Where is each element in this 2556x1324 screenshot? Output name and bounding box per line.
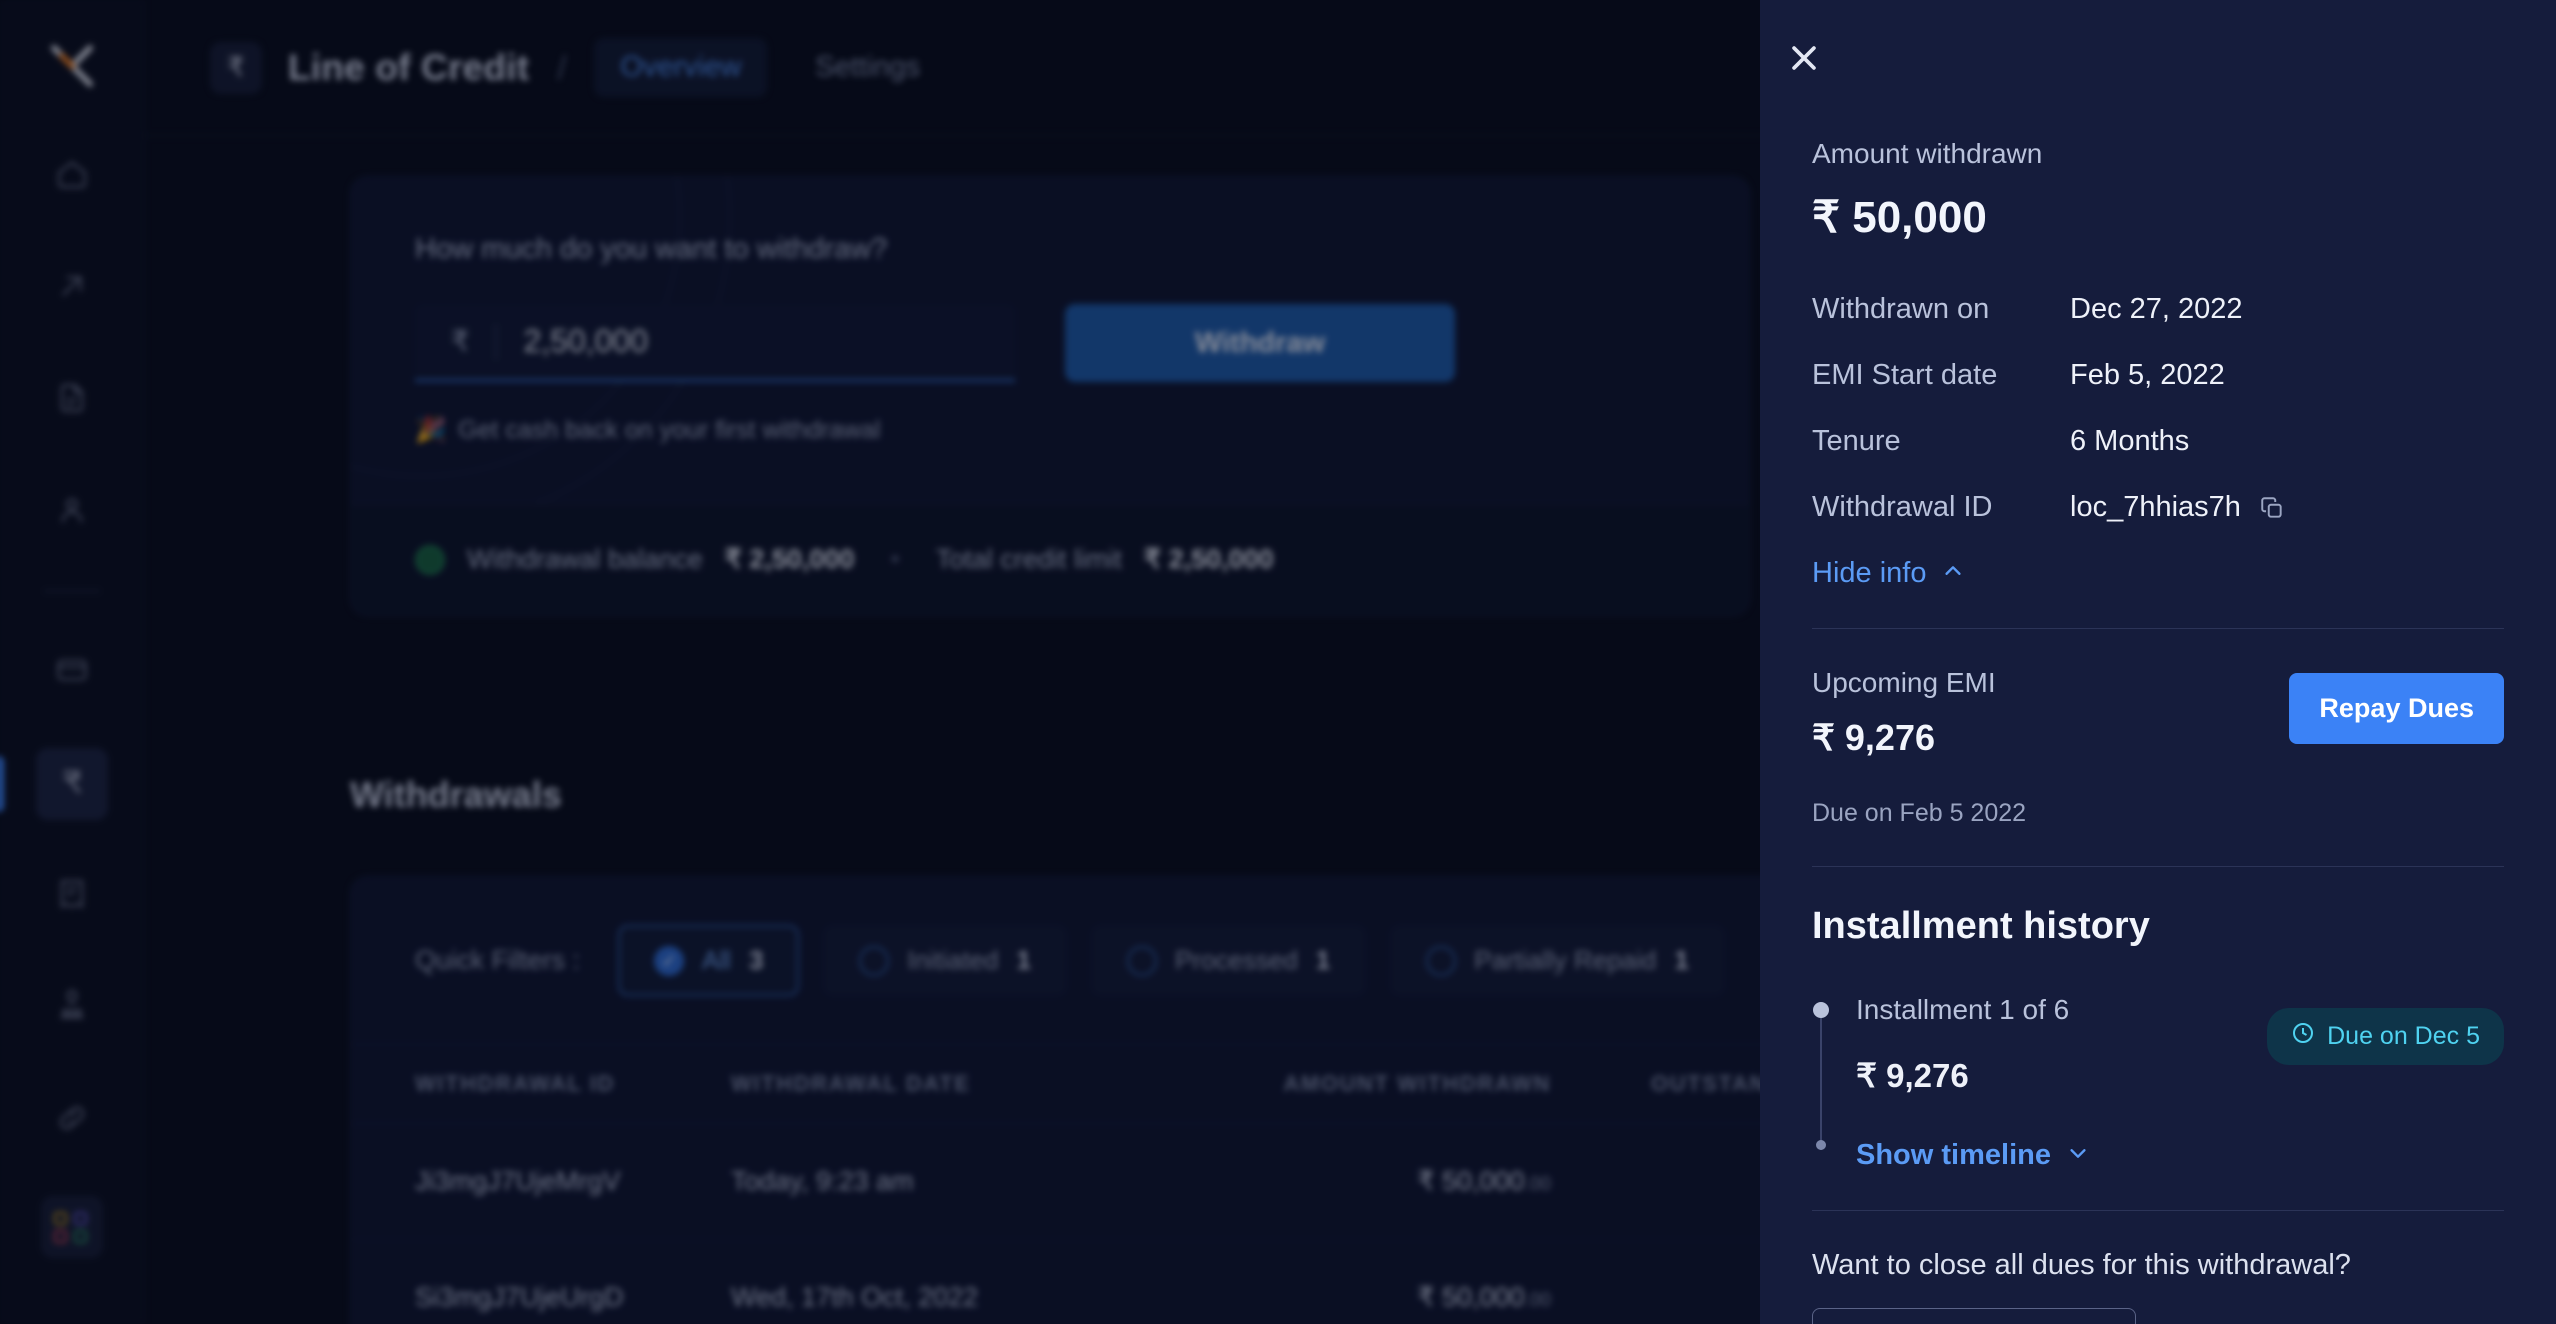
badge-label: Due on Dec 5 <box>2327 1022 2480 1050</box>
installment-amount: ₹ 9,276 <box>1856 1057 1969 1094</box>
detail-value: loc_7hhias7h <box>2070 491 2241 523</box>
detail-key: EMI Start date <box>1812 359 1998 391</box>
section-divider <box>1812 1210 2504 1211</box>
app-root: ₹ Line of Credit / Overview Settings How… <box>0 0 2556 1324</box>
detail-row-emi-start-date: EMI Start date Feb 5, 2022 <box>1812 359 2504 392</box>
copy-icon[interactable] <box>2259 495 2285 521</box>
upcoming-emi-due-text: Due on Feb 5 2022 <box>1812 799 2027 827</box>
detail-value: Feb 5, 2022 <box>2070 359 2225 391</box>
pre-close-withdrawal-button[interactable]: Pre-close withdrawal <box>1812 1308 2137 1324</box>
upcoming-emi-block: Upcoming EMI ₹ 9,276 Repay Dues <box>1812 667 2504 759</box>
detail-key: Tenure <box>1812 425 1901 457</box>
installment-history-title: Installment history <box>1812 905 2150 947</box>
detail-row-withdrawn-on: Withdrawn on Dec 27, 2022 <box>1812 293 2504 326</box>
upcoming-emi-info: Upcoming EMI ₹ 9,276 <box>1812 667 1996 759</box>
clock-icon <box>2291 1021 2315 1052</box>
detail-row-tenure: Tenure 6 Months <box>1812 425 2504 458</box>
show-timeline-label: Show timeline <box>1856 1139 2051 1171</box>
upcoming-emi-label: Upcoming EMI <box>1812 667 1996 698</box>
withdrawal-detail-panel: Amount withdrawn ₹ 50,000 Withdrawn on D… <box>1760 0 2556 1324</box>
upcoming-emi-amount: ₹ 9,276 <box>1812 717 1935 758</box>
detail-value: 6 Months <box>2070 425 2190 457</box>
installment-name: Installment 1 of 6 <box>1856 994 2070 1025</box>
installment-item: Installment 1 of 6 ₹ 9,276 Due on Dec 5 <box>1856 994 2504 1095</box>
chevron-up-icon <box>1942 557 1964 590</box>
amount-withdrawn-value: ₹ 50,000 <box>1812 193 1987 242</box>
preclose-question: Want to close all dues for this withdraw… <box>1812 1249 2351 1281</box>
section-divider <box>1812 628 2504 629</box>
timeline-line <box>1820 1008 1822 1150</box>
chevron-down-icon <box>2067 1139 2089 1172</box>
hide-info-toggle[interactable]: Hide info <box>1812 557 2504 590</box>
repay-dues-button[interactable]: Repay Dues <box>2289 673 2504 744</box>
detail-key: Withdrawn on <box>1812 293 1990 325</box>
detail-value: Dec 27, 2022 <box>2070 293 2243 325</box>
amount-withdrawn-label: Amount withdrawn <box>1812 138 2043 169</box>
installment-timeline: Installment 1 of 6 ₹ 9,276 Due on Dec 5 … <box>1812 994 2504 1172</box>
close-icon[interactable] <box>1778 32 1830 84</box>
hide-info-label: Hide info <box>1812 557 1927 589</box>
timeline-node-icon <box>1816 1140 1826 1150</box>
detail-row-withdrawal-id: Withdrawal ID loc_7hhias7h <box>1812 491 2504 524</box>
section-divider <box>1812 866 2504 867</box>
show-timeline-toggle[interactable]: Show timeline <box>1856 1139 2504 1172</box>
detail-value-group: loc_7hhias7h <box>2070 491 2285 524</box>
withdrawal-details-list: Withdrawn on Dec 27, 2022 EMI Start date… <box>1812 293 2504 590</box>
status-badge: Due on Dec 5 <box>2267 1008 2504 1065</box>
timeline-node-icon <box>1813 1002 1829 1018</box>
detail-key: Withdrawal ID <box>1812 491 1993 523</box>
installment-info: Installment 1 of 6 ₹ 9,276 <box>1856 994 2069 1095</box>
